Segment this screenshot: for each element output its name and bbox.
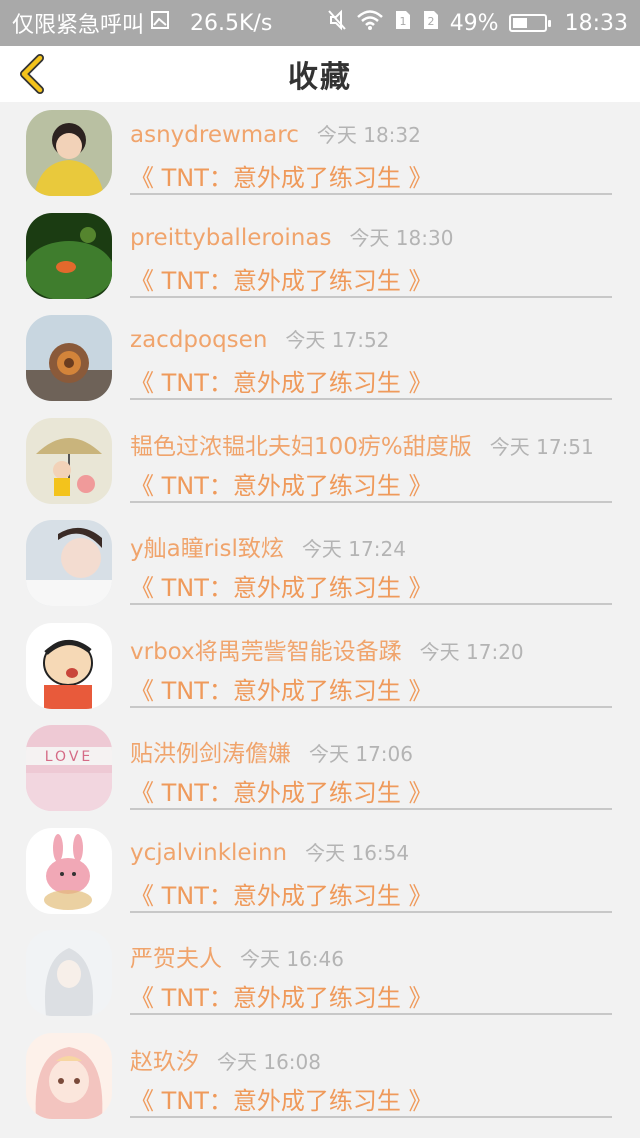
mute-icon bbox=[327, 9, 346, 37]
book-title[interactable]: 《 TNT：意外成了练习生 》 bbox=[130, 978, 433, 1013]
avatar[interactable] bbox=[26, 930, 112, 1016]
book-title[interactable]: 《 TNT：意外成了练习生 》 bbox=[130, 1081, 433, 1116]
username[interactable]: ycjalvinkleinn bbox=[130, 840, 287, 866]
wifi-icon bbox=[356, 9, 384, 37]
avatar-image bbox=[26, 417, 112, 504]
book-title[interactable]: 《 TNT：意外成了练习生 》 bbox=[130, 876, 433, 911]
item-meta: ycjalvinkleinn 今天 16:54 bbox=[130, 837, 409, 866]
avatar[interactable] bbox=[26, 110, 112, 196]
divider bbox=[130, 705, 612, 708]
battery-icon bbox=[508, 14, 551, 32]
list-item[interactable]: zacdpoqsen 今天 17:52 《 TNT：意外成了练习生 》 bbox=[0, 307, 640, 410]
book-title[interactable]: 《 TNT：意外成了练习生 》 bbox=[130, 466, 433, 501]
favorites-list: asnydrewmarc 今天 18:32 《 TNT：意外成了练习生 》 pr… bbox=[0, 102, 640, 1127]
avatar-image bbox=[26, 827, 112, 914]
app-header: 收藏 bbox=[0, 46, 640, 102]
timestamp: 今天 16:46 bbox=[240, 947, 344, 971]
avatar[interactable] bbox=[26, 520, 112, 606]
username[interactable]: y舢a瞳risl致炫 bbox=[130, 529, 284, 563]
list-item[interactable]: preittyballeroinas 今天 18:30 《 TNT：意外成了练习… bbox=[0, 205, 640, 308]
network-speed: 26.5K/s bbox=[190, 10, 273, 36]
avatar[interactable] bbox=[26, 315, 112, 401]
book-title[interactable]: 《 TNT：意外成了练习生 》 bbox=[130, 773, 433, 808]
username[interactable]: asnydrewmarc bbox=[130, 122, 299, 148]
avatar-image: LOVE bbox=[26, 725, 112, 811]
username[interactable]: zacdpoqsen bbox=[130, 327, 267, 353]
item-meta: y舢a瞳risl致炫 今天 17:24 bbox=[130, 529, 406, 563]
book-title[interactable]: 《 TNT：意外成了练习生 》 bbox=[130, 568, 433, 603]
battery-percent: 49% bbox=[449, 10, 499, 36]
item-meta: 严贺夫人 今天 16:46 bbox=[130, 939, 344, 973]
avatar-image bbox=[26, 520, 112, 606]
timestamp: 今天 16:54 bbox=[305, 840, 410, 865]
divider bbox=[130, 1115, 612, 1118]
svg-text:2: 2 bbox=[427, 15, 434, 28]
svg-text:1: 1 bbox=[399, 15, 406, 28]
avatar[interactable] bbox=[26, 622, 112, 709]
status-bar: 仅限紧急呼叫 26.5K/s 1 2 49% 18:33 bbox=[0, 0, 640, 46]
item-meta: zacdpoqsen 今天 17:52 bbox=[130, 324, 389, 353]
book-title[interactable]: 《 TNT：意外成了练习生 》 bbox=[130, 671, 433, 706]
item-meta: 韫色过浓韫北夫妇100疠%甜度版 今天 17:51 bbox=[130, 427, 594, 461]
avatar-image bbox=[26, 930, 112, 1016]
avatar[interactable] bbox=[26, 212, 112, 299]
list-item[interactable]: ycjalvinkleinn 今天 16:54 《 TNT：意外成了练习生 》 bbox=[0, 820, 640, 923]
avatar[interactable] bbox=[26, 1032, 112, 1119]
item-meta: asnydrewmarc 今天 18:32 bbox=[130, 119, 421, 148]
avatar-image bbox=[26, 315, 112, 401]
book-title[interactable]: 《 TNT：意外成了练习生 》 bbox=[130, 261, 433, 296]
item-meta: 贴洪例剑涛儋嫌 今天 17:06 bbox=[130, 734, 413, 768]
sim2-icon: 2 bbox=[422, 9, 440, 37]
timestamp: 今天 18:32 bbox=[316, 123, 421, 147]
avatar[interactable] bbox=[26, 827, 112, 914]
page-title: 收藏 bbox=[288, 60, 352, 95]
username[interactable]: preittyballeroinas bbox=[130, 225, 331, 251]
username[interactable]: 贴洪例剑涛儋嫌 bbox=[130, 734, 291, 768]
image-icon bbox=[150, 10, 170, 36]
sim1-icon: 1 bbox=[394, 9, 412, 37]
divider bbox=[130, 398, 612, 400]
list-item[interactable]: 严贺夫人 今天 16:46 《 TNT：意外成了练习生 》 bbox=[0, 922, 640, 1025]
item-meta: vrbox将禺莞訾智能设备蹂 今天 17:20 bbox=[130, 632, 524, 666]
divider bbox=[130, 603, 612, 605]
username[interactable]: 严贺夫人 bbox=[130, 939, 222, 973]
svg-text:LOVE: LOVE bbox=[45, 749, 94, 765]
timestamp: 今天 17:24 bbox=[301, 537, 406, 561]
divider bbox=[130, 295, 612, 298]
divider bbox=[130, 500, 612, 503]
list-item[interactable]: 韫色过浓韫北夫妇100疠%甜度版 今天 17:51 《 TNT：意外成了练习生 … bbox=[0, 410, 640, 513]
list-item[interactable]: 赵玖汐 今天 16:08 《 TNT：意外成了练习生 》 bbox=[0, 1025, 640, 1128]
item-meta: 赵玖汐 今天 16:08 bbox=[130, 1042, 321, 1076]
chevron-left-icon bbox=[20, 54, 44, 94]
username[interactable]: 赵玖汐 bbox=[130, 1042, 199, 1076]
divider bbox=[130, 1013, 612, 1015]
divider bbox=[130, 910, 612, 913]
avatar-image bbox=[26, 622, 112, 709]
username[interactable]: vrbox将禺莞訾智能设备蹂 bbox=[130, 632, 402, 666]
divider bbox=[130, 193, 612, 195]
divider bbox=[130, 808, 612, 810]
book-title[interactable]: 《 TNT：意外成了练习生 》 bbox=[130, 158, 433, 193]
timestamp: 今天 17:52 bbox=[285, 328, 390, 352]
clock: 18:33 bbox=[564, 10, 628, 36]
timestamp: 今天 18:30 bbox=[349, 225, 454, 250]
list-item[interactable]: vrbox将禺莞訾智能设备蹂 今天 17:20 《 TNT：意外成了练习生 》 bbox=[0, 615, 640, 718]
timestamp: 今天 17:20 bbox=[419, 639, 524, 664]
avatar[interactable]: LOVE bbox=[26, 725, 112, 811]
avatar[interactable] bbox=[26, 417, 112, 504]
list-item[interactable]: LOVE 贴洪例剑涛儋嫌 今天 17:06 《 TNT：意外成了练习生 》 bbox=[0, 717, 640, 820]
avatar-image bbox=[26, 110, 112, 196]
timestamp: 今天 16:08 bbox=[217, 1049, 321, 1074]
list-item[interactable]: y舢a瞳risl致炫 今天 17:24 《 TNT：意外成了练习生 》 bbox=[0, 512, 640, 615]
timestamp: 今天 17:06 bbox=[309, 742, 413, 766]
book-title[interactable]: 《 TNT：意外成了练习生 》 bbox=[130, 363, 433, 398]
username[interactable]: 韫色过浓韫北夫妇100疠%甜度版 bbox=[130, 427, 472, 461]
item-meta: preittyballeroinas 今天 18:30 bbox=[130, 222, 453, 251]
list-item[interactable]: asnydrewmarc 今天 18:32 《 TNT：意外成了练习生 》 bbox=[0, 102, 640, 205]
carrier-text: 仅限紧急呼叫 bbox=[12, 13, 145, 38]
timestamp: 今天 17:51 bbox=[489, 434, 594, 459]
avatar-image bbox=[26, 1032, 112, 1119]
avatar-image bbox=[26, 212, 112, 299]
back-button[interactable] bbox=[14, 54, 54, 94]
